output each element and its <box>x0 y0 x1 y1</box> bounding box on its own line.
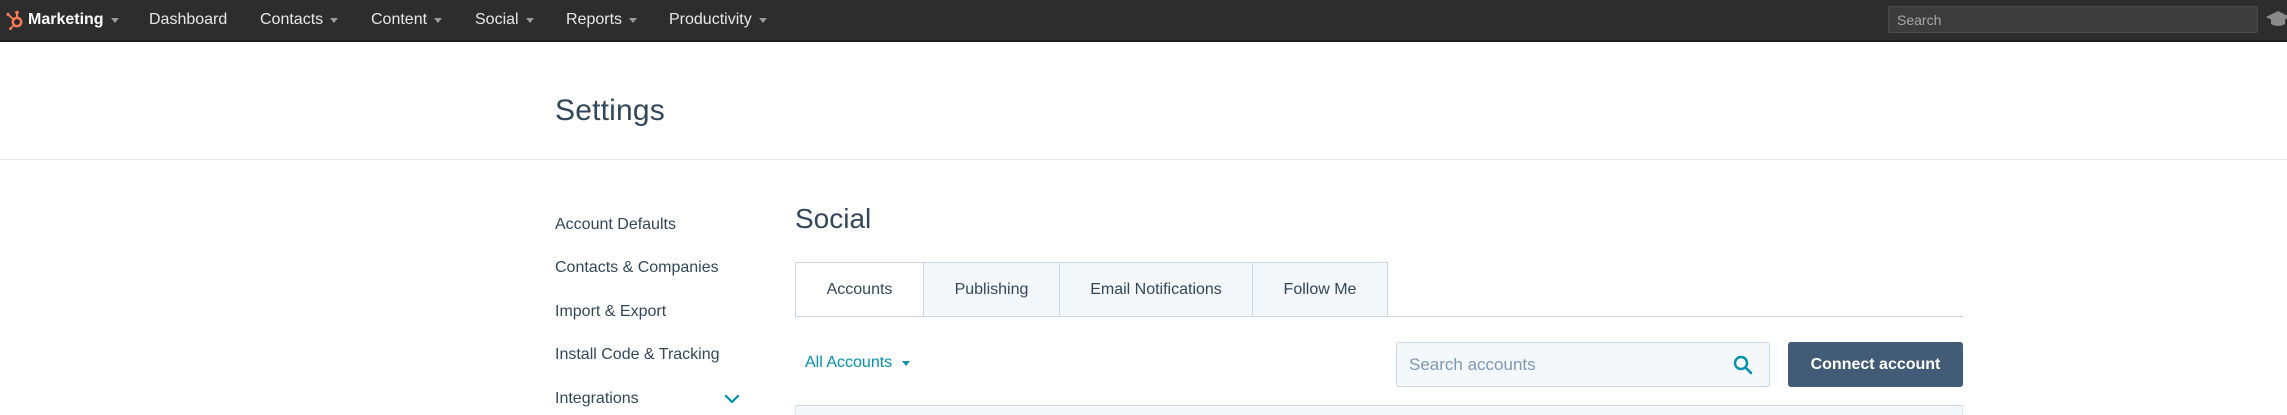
nav-item-label: Contacts <box>260 11 324 28</box>
sidebar-item-account-defaults[interactable]: Account Defaults <box>555 216 676 234</box>
sidebar-item-label: Contacts & Companies <box>555 259 719 276</box>
graduation-cap-icon[interactable] <box>2266 8 2287 30</box>
sidebar-item-install-code-tracking[interactable]: Install Code & Tracking <box>555 346 720 364</box>
page-title: Settings <box>555 94 665 127</box>
caret-down-icon <box>434 17 443 23</box>
tab-publishing[interactable]: Publishing <box>923 262 1060 317</box>
caret-down-icon <box>902 360 911 366</box>
nav-item-label: Productivity <box>669 11 752 28</box>
caret-down-icon <box>629 17 638 23</box>
connect-account-button[interactable]: Connect account <box>1788 342 1963 387</box>
tab-divider <box>795 316 1963 317</box>
search-accounts-input[interactable] <box>1397 343 1727 386</box>
sidebar-item-label: Import & Export <box>555 303 667 320</box>
brand-menu[interactable]: Marketing <box>4 0 119 40</box>
account-search-box <box>1396 342 1770 387</box>
caret-down-icon <box>758 17 767 23</box>
nav-item-contacts[interactable]: Contacts <box>260 0 339 40</box>
hubspot-logo-icon <box>6 10 23 30</box>
tab-accounts[interactable]: Accounts <box>795 262 924 318</box>
caret-down-icon <box>330 17 339 23</box>
tab-label: Follow Me <box>1283 280 1357 298</box>
page-header: Settings <box>0 42 2287 160</box>
nav-item-reports[interactable]: Reports <box>566 0 638 40</box>
sidebar-item-contacts-companies[interactable]: Contacts & Companies <box>555 259 719 277</box>
tab-label: Publishing <box>954 280 1029 298</box>
nav-item-label: Dashboard <box>149 11 228 28</box>
tab-follow-me[interactable]: Follow Me <box>1252 262 1388 317</box>
sidebar-item-label: Account Defaults <box>555 216 676 233</box>
section-title: Social <box>795 203 872 234</box>
sidebar-item-import-export[interactable]: Import & Export <box>555 303 666 321</box>
filter-label: All Accounts <box>805 354 893 371</box>
brand-label: Marketing <box>28 11 104 28</box>
chevron-down-icon[interactable] <box>724 393 740 405</box>
tab-label: Email Notifications <box>1090 280 1222 298</box>
tab-email-notifications[interactable]: Email Notifications <box>1059 262 1253 317</box>
sidebar-item-label: Install Code & Tracking <box>555 346 720 363</box>
nav-item-productivity[interactable]: Productivity <box>669 0 767 40</box>
nav-item-label: Social <box>475 11 519 28</box>
caret-down-icon <box>525 17 534 23</box>
sidebar-item-integrations[interactable]: Integrations <box>555 390 639 408</box>
top-nav-bar: Marketing Dashboard Contacts Content Soc… <box>0 0 2287 42</box>
all-accounts-dropdown[interactable]: All Accounts <box>805 354 911 372</box>
search-icon[interactable] <box>1733 355 1753 375</box>
tab-label: Accounts <box>826 281 893 298</box>
nav-item-label: Reports <box>566 11 623 28</box>
caret-down-icon <box>110 17 119 23</box>
nav-item-content[interactable]: Content <box>371 0 443 40</box>
nav-item-label: Content <box>371 11 428 28</box>
sidebar-item-label: Integrations <box>555 390 639 407</box>
accounts-table <box>795 405 1963 415</box>
nav-item-dashboard[interactable]: Dashboard <box>149 0 227 40</box>
global-search-input[interactable] <box>1888 6 2258 33</box>
nav-item-social[interactable]: Social <box>475 0 534 40</box>
